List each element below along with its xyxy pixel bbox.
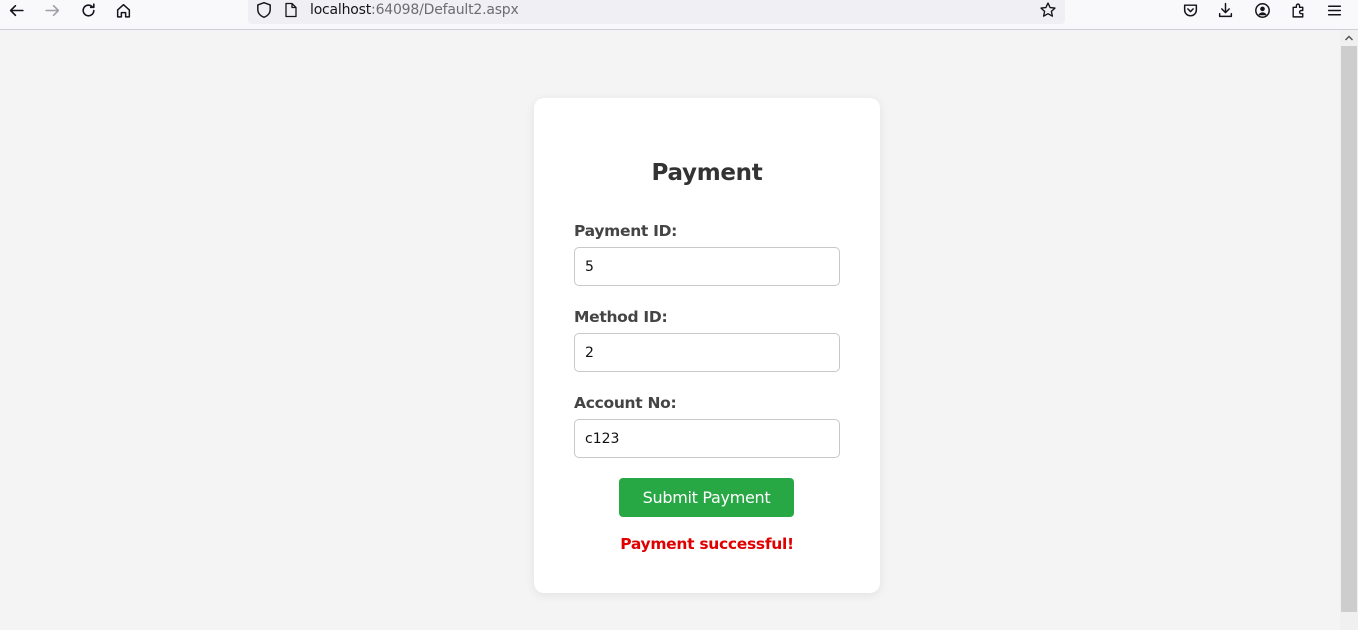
star-icon[interactable] (1039, 1, 1057, 19)
account-no-input[interactable] (574, 419, 840, 458)
menu-icon[interactable] (1323, 0, 1345, 20)
page-icon (285, 2, 297, 18)
download-icon[interactable] (1214, 0, 1236, 20)
account-icon[interactable] (1251, 0, 1273, 20)
method-id-label: Method ID: (574, 308, 668, 326)
url-text[interactable]: localhost:64098/Default2.aspx (310, 2, 519, 18)
reload-icon[interactable] (77, 0, 99, 20)
url-host: localhost (310, 2, 372, 18)
page-title: Payment (651, 160, 763, 186)
submit-payment-button[interactable]: Submit Payment (619, 478, 794, 517)
scroll-thumb[interactable] (1341, 46, 1357, 612)
url-bar[interactable]: localhost:64098/Default2.aspx (248, 0, 1065, 24)
status-message: Payment successful! (620, 535, 794, 553)
scroll-up-arrow-icon[interactable] (1340, 30, 1358, 46)
home-icon[interactable] (112, 0, 134, 20)
url-path: :64098/Default2.aspx (371, 2, 519, 18)
extensions-icon[interactable] (1287, 0, 1309, 20)
pocket-icon[interactable] (1179, 0, 1201, 20)
vertical-scrollbar[interactable] (1340, 30, 1358, 630)
forward-arrow-icon[interactable] (41, 0, 63, 20)
back-arrow-icon[interactable] (5, 0, 27, 20)
shield-icon[interactable] (255, 1, 273, 19)
payment-card: Payment Payment ID: Method ID: Account N… (534, 98, 880, 593)
browser-toolbar: localhost:64098/Default2.aspx (0, 0, 1358, 30)
payment-id-label: Payment ID: (574, 222, 678, 240)
method-id-input[interactable] (574, 333, 840, 372)
account-no-label: Account No: (574, 394, 677, 412)
payment-id-input[interactable] (574, 247, 840, 286)
